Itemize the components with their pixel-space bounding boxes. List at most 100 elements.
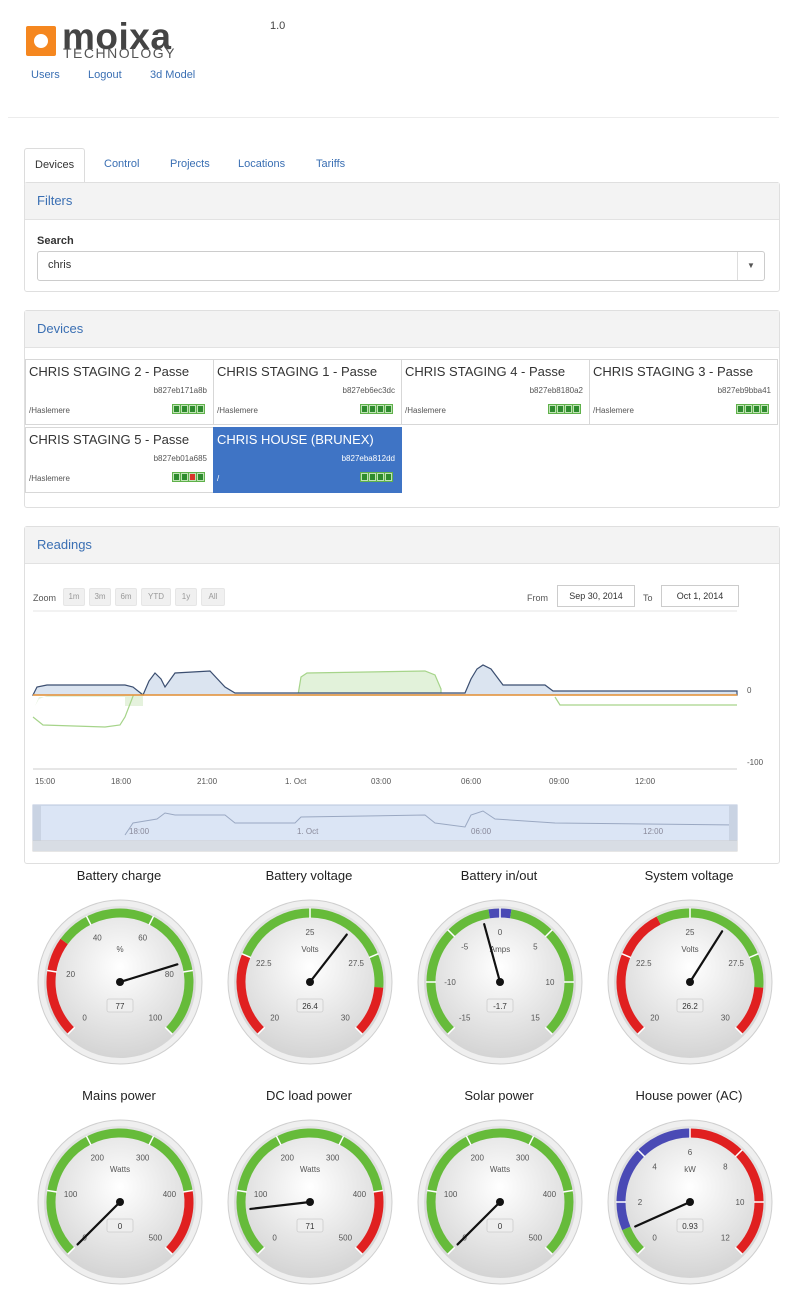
y-tick-label: 0 <box>747 686 752 695</box>
device-status-indicators <box>172 404 205 414</box>
gauge-tick-label: 200 <box>281 1153 295 1162</box>
search-select[interactable]: chris ▼ <box>37 251 765 281</box>
gauge-unit: % <box>116 945 123 954</box>
device-location: /Haslemere <box>29 406 70 415</box>
zoom-all-button[interactable]: All <box>201 588 225 606</box>
3d-model-link[interactable]: 3d Model <box>150 69 195 81</box>
gauge-title: Solar power <box>464 1088 534 1103</box>
gauge-tick-label: 15 <box>531 1013 540 1022</box>
gauge: 0100200300400500Watts0 <box>417 1119 583 1285</box>
gauge-tick-label: 400 <box>353 1190 367 1199</box>
navigator-left-handle[interactable] <box>33 805 41 841</box>
tab-tariffs[interactable]: Tariffs <box>306 148 355 181</box>
zoom-6m-button[interactable]: 6m <box>115 588 137 606</box>
status-square <box>745 405 752 413</box>
logout-link[interactable]: Logout <box>88 69 122 81</box>
gauge-hub <box>306 1198 314 1206</box>
chevron-down-icon[interactable]: ▼ <box>737 252 764 280</box>
device-card[interactable]: CHRIS STAGING 5 - Passe b827eb01a685/Hasl… <box>25 427 214 493</box>
gauge-title: System voltage <box>644 868 734 883</box>
gauge-tick-label: 8 <box>723 1163 728 1172</box>
users-link[interactable]: Users <box>31 69 60 81</box>
gauge-unit: kW <box>684 1165 696 1174</box>
gauge: 20 22.5 25 27.5 30 Volts 26.4 <box>227 899 393 1065</box>
tab-locations[interactable]: Locations <box>228 148 295 181</box>
gauge-hub <box>686 1198 694 1206</box>
device-status-indicators <box>360 472 393 482</box>
status-square <box>173 473 180 481</box>
status-square <box>361 405 368 413</box>
zoom-3m-button[interactable]: 3m <box>89 588 111 606</box>
main-tabs: Devices Control Projects Locations Tarif… <box>24 148 778 184</box>
gauge-value: 26.4 <box>302 1002 318 1011</box>
status-square <box>573 405 580 413</box>
gauge-tick-label: 500 <box>339 1233 353 1242</box>
gauge: 0 2 4 6 8 10 12 kW 0.93 <box>607 1119 773 1285</box>
gauge-tick-label: 400 <box>543 1190 557 1199</box>
gauge-tick-label: 2 <box>638 1198 643 1207</box>
gauge: 20 22.5 25 27.5 30 Volts 26.2 <box>607 899 773 1065</box>
tab-control[interactable]: Control <box>94 148 149 181</box>
device-location: /Haslemere <box>405 406 446 415</box>
gauge-tick-label: 80 <box>165 970 174 979</box>
device-status-indicators <box>736 404 769 414</box>
gauge-tick-label: 4 <box>652 1163 657 1172</box>
status-square <box>369 473 376 481</box>
device-card[interactable]: CHRIS STAGING 3 - Passe b827eb9bba41/Hasl… <box>589 359 778 425</box>
gauge-hub <box>496 1198 504 1206</box>
navigator-label: 1. Oct <box>297 827 319 836</box>
series-battery-negative <box>554 696 737 706</box>
gauge-hub <box>306 978 314 986</box>
device-location: / <box>217 474 220 483</box>
gauge-tick-label: 100 <box>254 1190 268 1199</box>
readings-panel: Readings Zoom 1m 3m 6m YTD 1y All From S… <box>24 526 780 864</box>
device-card[interactable]: CHRIS STAGING 2 - Passe b827eb171a8b/Hasl… <box>25 359 214 425</box>
device-name: CHRIS STAGING 4 - Passe <box>405 364 566 379</box>
zoom-1m-button[interactable]: 1m <box>63 588 85 606</box>
gauge-tick-label: 30 <box>721 1013 730 1022</box>
zoom-ytd-button[interactable]: YTD <box>141 588 171 606</box>
gauge-tick-label: -5 <box>461 943 469 952</box>
gauge-title: Battery voltage <box>265 868 353 883</box>
tab-devices[interactable]: Devices <box>24 148 86 184</box>
navigator-right-handle[interactable] <box>729 805 737 841</box>
status-square <box>753 405 760 413</box>
x-tick-label: 1. Oct <box>285 777 307 786</box>
gauge-tick-label: 20 <box>66 970 75 979</box>
zoom-1y-button[interactable]: 1y <box>175 588 197 606</box>
x-tick-label: 09:00 <box>549 777 570 786</box>
filters-panel: Filters Search chris ▼ <box>24 182 780 292</box>
gauge-tick-label: 60 <box>138 933 147 942</box>
device-name: CHRIS HOUSE (BRUNEX) <box>217 432 374 447</box>
gauge-hub <box>116 1198 124 1206</box>
gauge-title: Mains power <box>82 1088 156 1103</box>
device-card[interactable]: CHRIS HOUSE (BRUNEX) b827eba812dd / <box>213 427 402 493</box>
device-location: /Haslemere <box>593 406 634 415</box>
device-status-indicators <box>172 472 205 482</box>
gauge-unit: Watts <box>110 1165 130 1174</box>
gauge-value: -1.7 <box>493 1002 507 1011</box>
navigator-label: 18:00 <box>129 827 150 836</box>
device-card[interactable]: CHRIS STAGING 4 - Passe b827eb8180a2/Hasl… <box>401 359 590 425</box>
gauge-hub <box>686 978 694 986</box>
device-card[interactable]: CHRIS STAGING 1 - Passe b827eb6ec3dc/Hasl… <box>213 359 402 425</box>
navigator-label: 06:00 <box>471 827 492 836</box>
moixa-logo-icon <box>26 26 56 56</box>
gauge-tick-label: 22.5 <box>256 959 272 968</box>
status-square <box>197 405 204 413</box>
to-date-input[interactable]: Oct 1, 2014 <box>661 585 739 607</box>
gauge-tick-label: 20 <box>270 1013 279 1022</box>
gauge-unit: Watts <box>490 1165 510 1174</box>
gauge-tick-label: 20 <box>650 1013 659 1022</box>
status-square <box>189 473 196 481</box>
from-date-input[interactable]: Sep 30, 2014 <box>557 585 635 607</box>
gauge: 0 20 40 60 80 100% 77 <box>37 899 203 1065</box>
from-label: From <box>527 593 548 603</box>
tab-projects[interactable]: Projects <box>160 148 220 181</box>
x-tick-label: 03:00 <box>371 777 392 786</box>
status-square <box>761 405 768 413</box>
device-location: /Haslemere <box>29 474 70 483</box>
chart-scrollbar-thumb[interactable] <box>33 841 737 851</box>
gauge-value: 71 <box>306 1222 315 1231</box>
gauge-value: 77 <box>116 1002 125 1011</box>
